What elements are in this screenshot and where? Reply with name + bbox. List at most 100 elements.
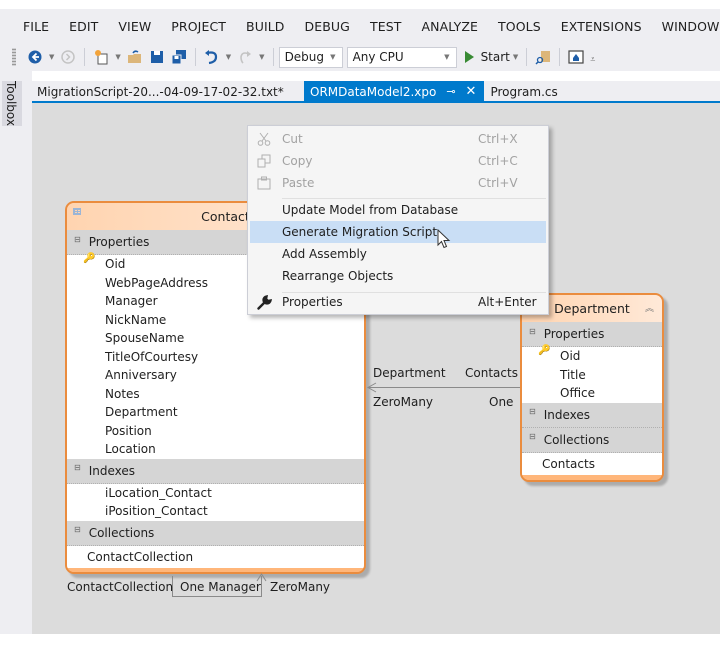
property-name: Location [105,442,156,457]
collection-row[interactable]: Contacts [522,453,662,475]
collapse-icon[interactable]: ⊟ [74,235,81,244]
index-name: iLocation_Contact [105,485,212,500]
collapse-icon[interactable]: ⊟ [74,463,81,472]
open-file-icon[interactable] [126,48,144,66]
close-tab-icon[interactable]: ✕ [466,84,477,99]
undo-dropdown-icon[interactable]: ▼ [226,53,231,61]
menu-item-update-model[interactable]: Update Model from Database [250,199,546,221]
pin-tab-icon[interactable]: ⊸ [446,85,455,98]
new-project-dropdown-icon[interactable]: ▼ [115,53,120,61]
navigate-back-icon[interactable] [26,48,44,66]
section-label: Properties [543,327,605,341]
copy-icon [256,153,272,169]
navigate-back-dropdown-icon[interactable]: ▼ [49,53,54,61]
property-row[interactable]: 🔑 Oid [522,345,662,366]
property-row[interactable]: Department [67,403,364,422]
solution-explorer-icon[interactable] [567,48,585,66]
property-row[interactable]: Position [67,422,364,441]
menu-item-shortcut: Ctrl+C [478,154,518,168]
menu-edit[interactable]: EDIT [59,19,108,34]
tab-orm-data-model[interactable]: ORMDataModel2.xpo ⊸ ✕ [304,81,485,102]
chevron-down-icon: ▼ [444,53,450,61]
tab-label: ORMDataModel2.xpo [310,84,437,99]
section-indexes[interactable]: ⊟ Indexes [522,402,662,428]
collapse-icon[interactable]: ⊟ [529,327,536,336]
save-icon[interactable] [148,48,166,66]
standard-toolbar: ▼ ▼ ▼ ▼ Debug ▼ Any CPU ▼ Start ▼ ⩡ [0,43,720,71]
new-project-icon[interactable] [92,48,110,66]
navigate-forward-icon[interactable] [59,48,77,66]
property-row[interactable]: Location [67,440,364,459]
toolbar-overflow-icon[interactable]: ⩡ [590,55,595,65]
property-name: Anniversary [105,368,177,383]
menu-item-add-assembly[interactable]: Add Assembly [250,243,546,265]
menu-item-shortcut: Ctrl+X [478,132,518,146]
tab-program-cs[interactable]: Program.cs [484,81,563,102]
toolbar-separator [194,48,196,66]
menu-item-properties[interactable]: Properties Alt+Enter [250,291,546,313]
index-name: iPosition_Contact [105,504,208,519]
association-line-department[interactable] [368,387,520,388]
undo-icon[interactable] [203,48,221,66]
menu-item-label: Add Assembly [282,247,367,261]
property-row[interactable]: TitleOfCourtesy [67,348,364,367]
menu-item-copy[interactable]: Copy Ctrl+C [250,150,546,172]
solution-platform-value: Any CPU [352,50,404,64]
toolbar-grip[interactable] [12,48,16,66]
index-row[interactable]: iLocation_Contact [67,484,364,503]
collapse-icon[interactable]: ⊟ [529,432,536,441]
menu-item-paste[interactable]: Paste Ctrl+V [250,172,546,194]
start-dropdown-icon[interactable]: ▼ [513,53,518,61]
menu-item-cut[interactable]: Cut Ctrl+X [250,128,546,150]
menu-file[interactable]: FILE [20,19,59,34]
tab-migration-script[interactable]: MigrationScript-20...-04-09-17-02-32.txt… [32,81,304,102]
menu-window[interactable]: WINDOW [652,19,720,34]
property-row[interactable]: SpouseName [67,329,364,348]
section-collections[interactable]: ⊟ Collections [67,520,364,546]
collection-row[interactable]: ContactCollection [67,546,364,568]
mouse-cursor-icon [437,229,451,249]
menu-build[interactable]: BUILD [236,19,295,34]
menu-tools[interactable]: TOOLS [488,19,551,34]
menu-extensions[interactable]: EXTENSIONS [551,19,652,34]
entity-department[interactable]: Department ︽ ⊟ Properties 🔑 Oid Title Off… [520,293,664,482]
solution-configuration-value: Debug [284,50,325,64]
paste-icon [256,175,272,191]
property-name: Position [105,423,152,438]
find-in-files-icon[interactable] [534,48,552,66]
self-association-line[interactable] [172,596,262,597]
menu-item-label: Generate Migration Script [282,225,438,239]
property-row[interactable]: Office [522,384,662,403]
solution-configuration-select[interactable]: Debug ▼ [278,46,343,68]
menu-test[interactable]: TEST [360,19,412,34]
toolbar-separator [559,48,561,66]
property-row[interactable]: Anniversary [67,366,364,385]
property-row[interactable]: Title [522,366,662,385]
menu-item-label: Update Model from Database [282,203,459,217]
menu-analyze[interactable]: ANALYZE [411,19,488,34]
index-row[interactable]: iPosition_Contact [67,502,364,521]
toolbox-label[interactable]: Toolbox [4,81,18,126]
collapse-entity-icon[interactable]: ︽ [645,301,654,314]
property-name: TitleOfCourtesy [105,349,199,364]
save-all-icon[interactable] [170,48,188,66]
property-name: SpouseName [105,331,185,346]
property-name: WebPageAddress [105,275,209,290]
property-row[interactable]: Notes [67,385,364,404]
menu-item-rearrange-objects[interactable]: Rearrange Objects [250,265,546,287]
menu-debug[interactable]: DEBUG [295,19,360,34]
collapse-icon[interactable]: ⊟ [529,407,536,416]
redo-icon[interactable] [236,48,254,66]
section-properties[interactable]: ⊟ Properties [522,322,662,347]
collapse-icon[interactable]: ⊟ [74,525,81,534]
entity-title: Department [554,301,630,316]
section-collections[interactable]: ⊟ Collections [522,427,662,453]
association-cardinality: ZeroMany [373,395,434,409]
menu-item-generate-migration-script[interactable]: Generate Migration Script [250,221,546,243]
section-indexes[interactable]: ⊟ Indexes [67,458,364,484]
start-debugging-button[interactable]: Start [464,50,510,64]
menu-project[interactable]: PROJECT [161,19,236,34]
redo-dropdown-icon[interactable]: ▼ [259,53,264,61]
solution-platform-select[interactable]: Any CPU ▼ [346,46,457,68]
menu-view[interactable]: VIEW [108,19,161,34]
